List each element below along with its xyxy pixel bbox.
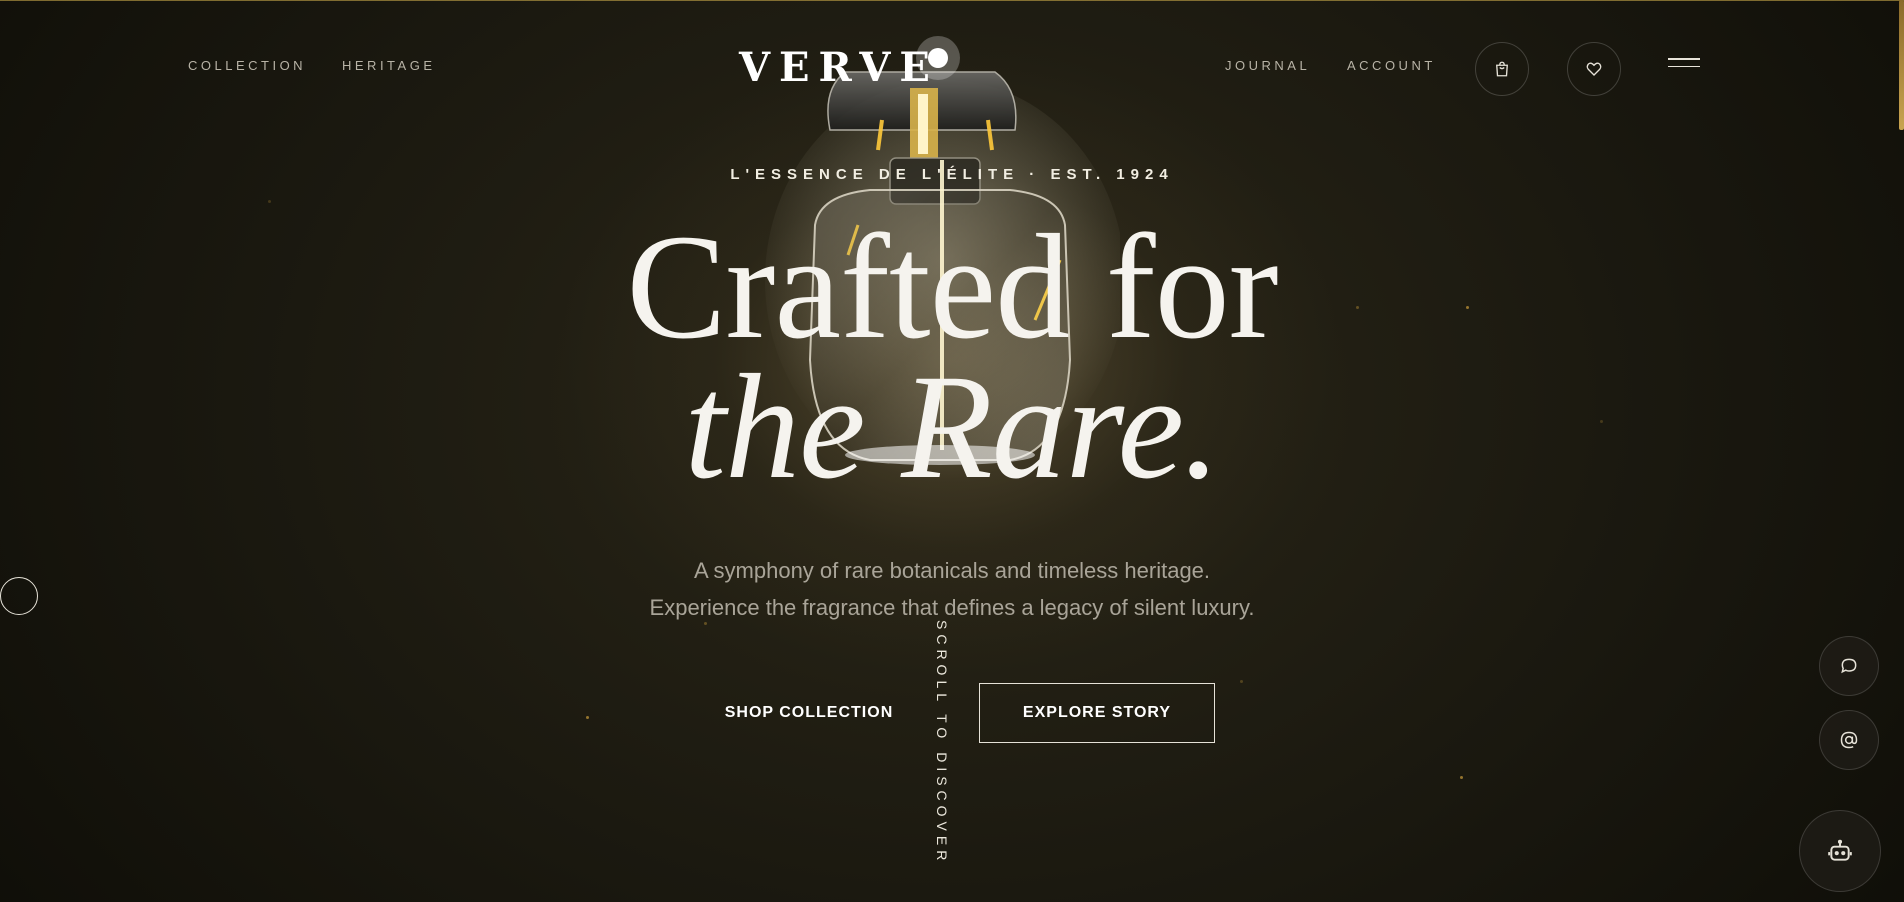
cursor-circle — [0, 577, 38, 615]
hero-headline-line2: the Rare. — [684, 344, 1220, 510]
scroll-to-discover-hint[interactable]: SCROLL TO DISCOVER — [934, 620, 950, 865]
hero-headline-line1: Crafted for — [626, 204, 1278, 370]
heart-icon — [1586, 62, 1602, 76]
shop-collection-button[interactable]: SHOP COLLECTION — [700, 683, 918, 743]
wishlist-button[interactable] — [1567, 42, 1621, 96]
hero-subtitle-line2: Experience the fragrance that defines a … — [649, 595, 1255, 620]
nav-link-heritage[interactable]: HERITAGE — [342, 58, 436, 73]
chat-button[interactable] — [1819, 636, 1879, 696]
hero-subtitle-line1: A symphony of rare botanicals and timele… — [693, 558, 1211, 583]
menu-icon-line — [1668, 65, 1700, 67]
assistant-bot-button[interactable] — [1799, 810, 1881, 892]
menu-icon — [1668, 58, 1700, 60]
at-sign-icon — [1840, 731, 1858, 749]
hero-subtitle: A symphony of rare botanicals and timele… — [0, 552, 1904, 626]
menu-button[interactable] — [1668, 58, 1700, 74]
robot-icon — [1828, 839, 1852, 861]
nav-link-account[interactable]: ACCOUNT — [1347, 58, 1436, 73]
nav-link-journal[interactable]: JOURNAL — [1225, 58, 1310, 73]
top-accent-line — [0, 0, 1904, 1]
cart-button[interactable] — [1475, 42, 1529, 96]
nav-link-collection[interactable]: COLLECTION — [188, 58, 306, 73]
bag-icon — [1496, 61, 1508, 77]
scrollbar-thumb[interactable] — [1899, 0, 1904, 130]
brand-logo[interactable]: VERVE — [739, 44, 939, 91]
explore-story-button[interactable]: EXPLORE STORY — [979, 683, 1215, 743]
chat-icon — [1841, 658, 1857, 674]
email-button[interactable] — [1819, 710, 1879, 770]
hero-eyebrow: L'ESSENCE DE L'ÉLITE · EST. 1924 — [730, 166, 1174, 183]
